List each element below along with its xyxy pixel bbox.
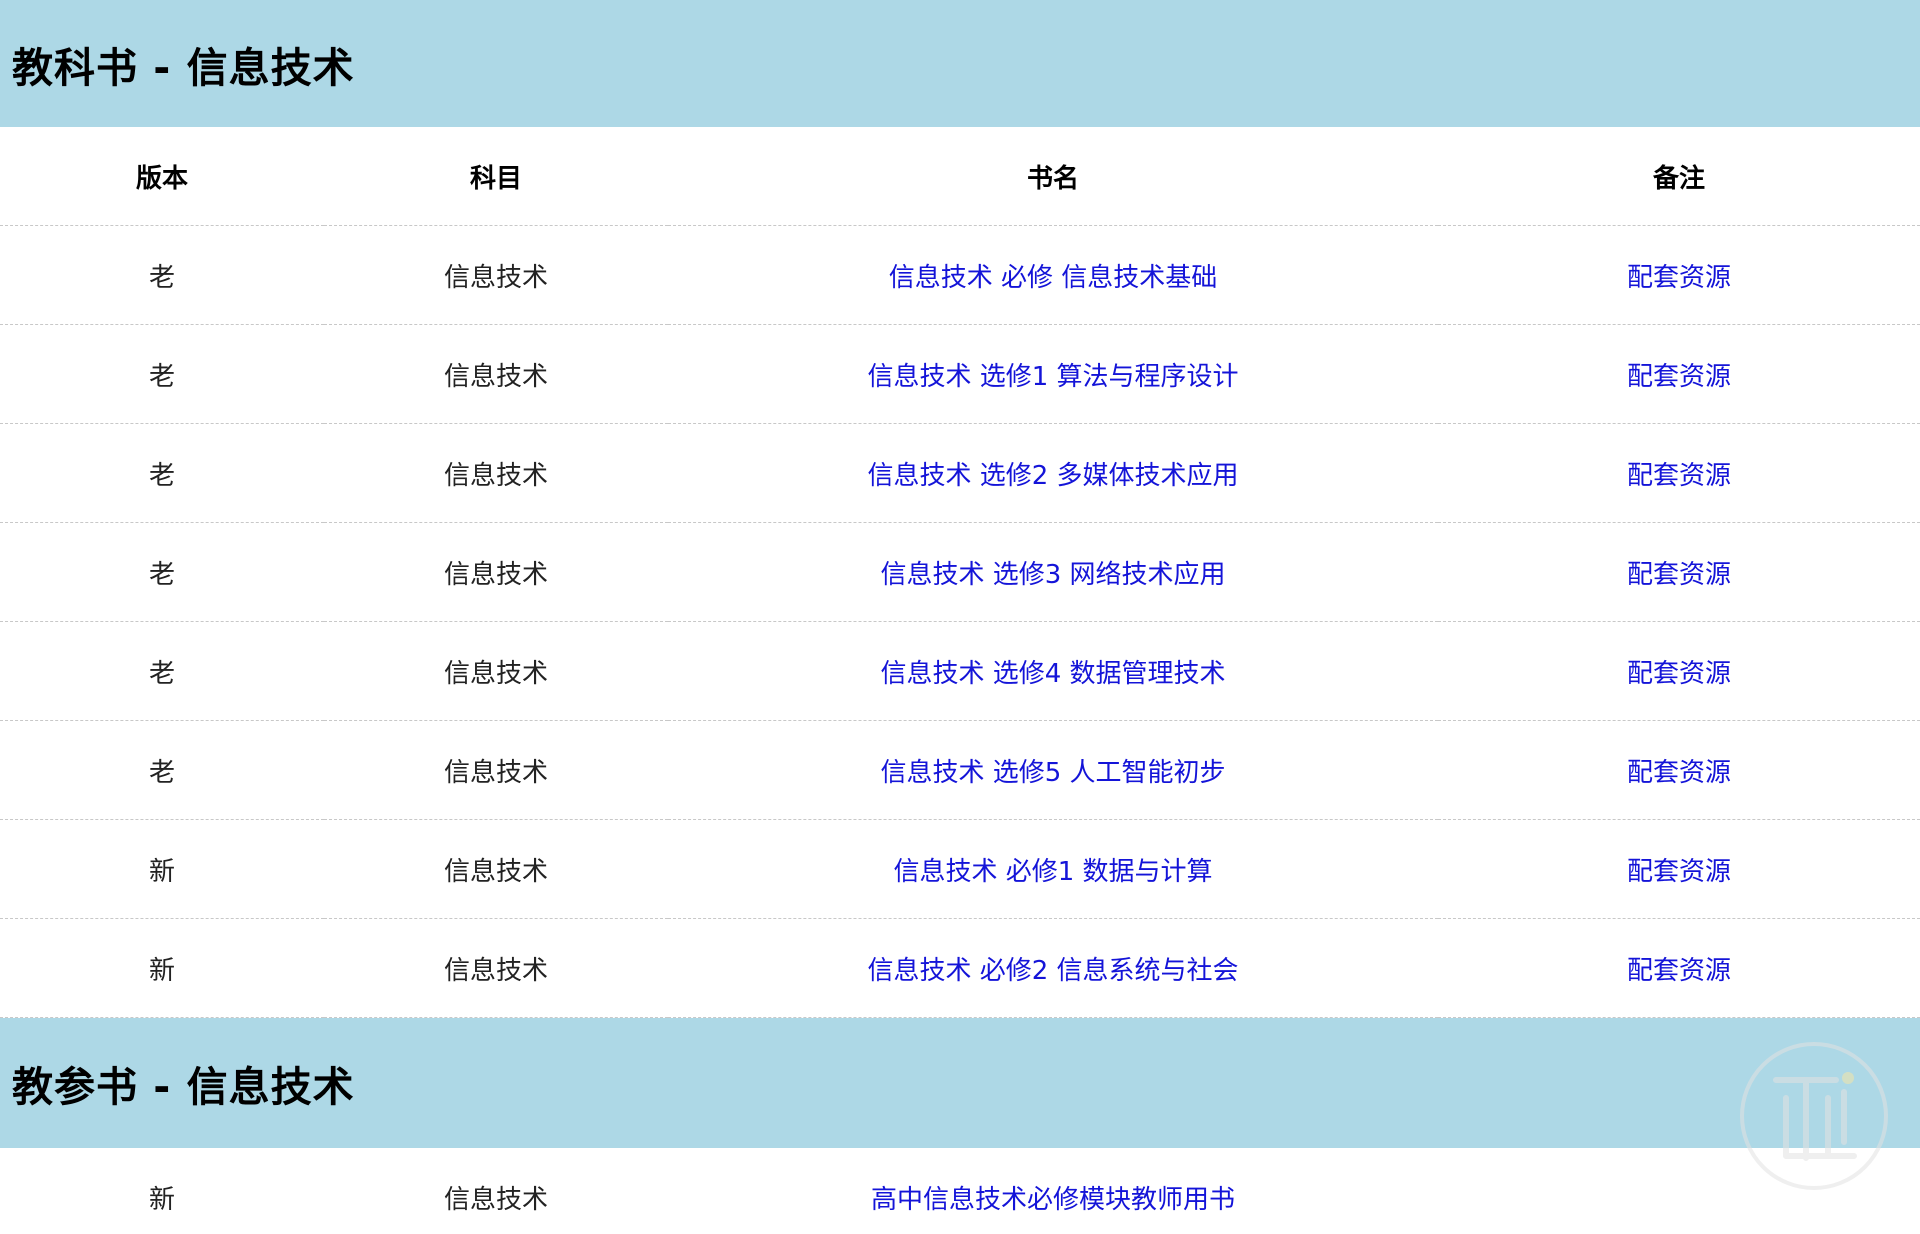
table-row: 老 信息技术 信息技术 选修2 多媒体技术应用 配套资源 <box>0 423 1920 523</box>
teacher-book-table: 新 信息技术 高中信息技术必修模块教师用书 <box>0 1148 1920 1234</box>
book-cell: 信息技术 必修 信息技术基础 <box>668 225 1438 325</box>
edition-cell: 新 <box>0 918 324 1018</box>
teacher-book-section-title: 教参书 - 信息技术 <box>12 1063 355 1111</box>
resource-link[interactable]: 配套资源 <box>1627 461 1731 491</box>
book-link[interactable]: 信息技术 必修2 信息系统与社会 <box>867 956 1238 986</box>
textbook-section-title: 教科书 - 信息技术 <box>12 43 355 92</box>
note-cell: 配套资源 <box>1438 225 1920 325</box>
resource-link[interactable]: 配套资源 <box>1627 560 1731 590</box>
column-header-book: 书名 <box>668 127 1438 226</box>
note-cell: 配套资源 <box>1438 522 1920 622</box>
subject-cell: 信息技术 <box>324 423 668 523</box>
book-link[interactable]: 信息技术 选修1 算法与程序设计 <box>867 362 1238 392</box>
subject-cell: 信息技术 <box>443 1184 548 1215</box>
edition-cell: 老 <box>0 324 324 424</box>
book-link[interactable]: 信息技术 选修2 多媒体技术应用 <box>867 461 1238 491</box>
book-cell: 高中信息技术必修模块教师用书 <box>668 1148 1438 1234</box>
edition-cell: 老 <box>0 720 324 820</box>
column-header-subject: 科目 <box>324 127 668 226</box>
note-cell: 配套资源 <box>1438 918 1920 1018</box>
note-cell: 配套资源 <box>1438 324 1920 424</box>
subject-cell: 信息技术 <box>324 225 668 325</box>
book-cell: 信息技术 必修1 数据与计算 <box>668 819 1438 919</box>
book-link[interactable]: 信息技术 必修 信息技术基础 <box>889 263 1218 293</box>
subject-cell: 信息技术 <box>324 522 668 622</box>
table-row: 老 信息技术 信息技术 选修4 数据管理技术 配套资源 <box>0 621 1920 721</box>
table-header-row: 版本 科目 书名 备注 <box>0 127 1920 226</box>
resource-link[interactable]: 配套资源 <box>1627 263 1731 293</box>
edition-cell: 老 <box>0 225 324 325</box>
resource-link[interactable]: 配套资源 <box>1627 758 1731 788</box>
table-row: 老 信息技术 信息技术 必修 信息技术基础 配套资源 <box>0 225 1920 325</box>
book-link[interactable]: 信息技术 选修5 人工智能初步 <box>880 758 1225 788</box>
book-link[interactable]: 信息技术 选修4 数据管理技术 <box>880 659 1225 689</box>
book-link[interactable]: 高中信息技术必修模块教师用书 <box>871 1185 1235 1215</box>
table-row: 新 信息技术 信息技术 必修1 数据与计算 配套资源 <box>0 819 1920 919</box>
table-row: 新 信息技术 信息技术 必修2 信息系统与社会 配套资源 <box>0 918 1920 1018</box>
logo-watermark-icon <box>1740 1042 1888 1190</box>
edition-cell: 老 <box>0 522 324 622</box>
textbook-table: 版本 科目 书名 备注 老 信息技术 信息技术 必修 信息技术基础 配套资源 老… <box>0 127 1920 1018</box>
edition-cell: 新 <box>0 819 324 919</box>
subject-cell: 信息技术 <box>324 324 668 424</box>
book-cell: 信息技术 选修5 人工智能初步 <box>668 720 1438 820</box>
note-cell: 配套资源 <box>1438 819 1920 919</box>
book-link[interactable]: 信息技术 选修3 网络技术应用 <box>880 560 1225 590</box>
table-row: 老 信息技术 信息技术 选修3 网络技术应用 配套资源 <box>0 522 1920 622</box>
book-link[interactable]: 信息技术 必修1 数据与计算 <box>893 857 1212 887</box>
book-cell: 信息技术 选修4 数据管理技术 <box>668 621 1438 721</box>
subject-cell: 信息技术 <box>324 621 668 721</box>
teacher-book-section-header: 教参书 - 信息技术 <box>0 1018 1920 1148</box>
table-row: 老 信息技术 信息技术 选修5 人工智能初步 配套资源 <box>0 720 1920 820</box>
resource-link[interactable]: 配套资源 <box>1627 362 1731 392</box>
resource-link[interactable]: 配套资源 <box>1627 659 1731 689</box>
book-cell: 信息技术 选修1 算法与程序设计 <box>668 324 1438 424</box>
book-cell: 信息技术 必修2 信息系统与社会 <box>668 918 1438 1018</box>
table-row: 老 信息技术 信息技术 选修1 算法与程序设计 配套资源 <box>0 324 1920 424</box>
book-cell: 信息技术 选修3 网络技术应用 <box>668 522 1438 622</box>
edition-cell: 老 <box>0 621 324 721</box>
note-cell: 配套资源 <box>1438 621 1920 721</box>
page: 教科书 - 信息技术 版本 科目 书名 备注 老 信息技术 信息技术 必修 信息… <box>0 0 1920 1234</box>
note-cell: 配套资源 <box>1438 720 1920 820</box>
resource-link[interactable]: 配套资源 <box>1627 956 1731 986</box>
column-header-edition: 版本 <box>0 127 324 226</box>
textbook-section-header: 教科书 - 信息技术 <box>0 0 1920 127</box>
column-header-note: 备注 <box>1438 127 1920 226</box>
resource-link[interactable]: 配套资源 <box>1627 857 1731 887</box>
edition-cell: 新 <box>148 1184 175 1215</box>
table-row: 新 信息技术 高中信息技术必修模块教师用书 <box>0 1148 1920 1234</box>
subject-cell: 信息技术 <box>324 819 668 919</box>
edition-cell: 老 <box>0 423 324 523</box>
book-cell: 信息技术 选修2 多媒体技术应用 <box>668 423 1438 523</box>
subject-cell: 信息技术 <box>324 918 668 1018</box>
note-cell: 配套资源 <box>1438 423 1920 523</box>
subject-cell: 信息技术 <box>324 720 668 820</box>
